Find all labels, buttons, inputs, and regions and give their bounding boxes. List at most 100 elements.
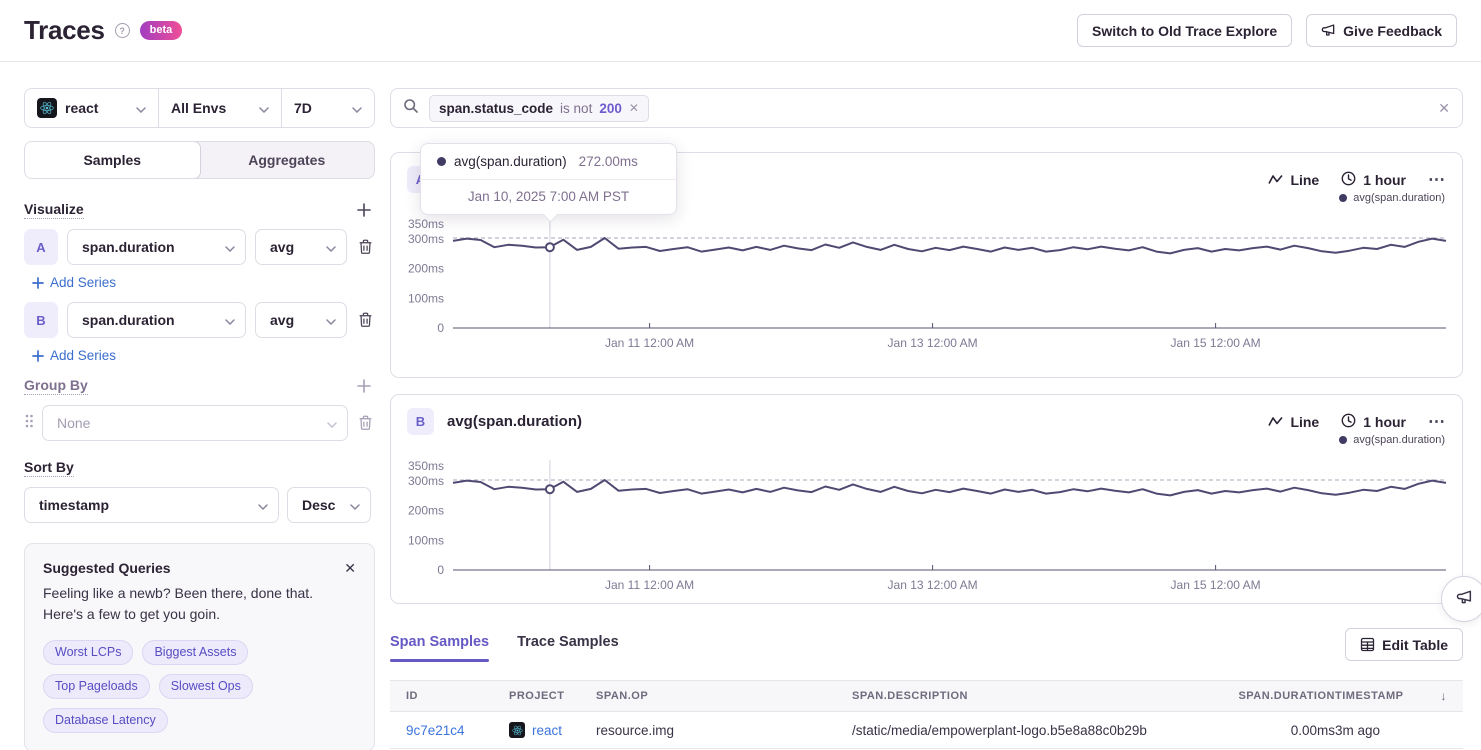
drag-handle-icon[interactable] — [24, 413, 34, 434]
sort-field-select[interactable]: timestamp — [24, 487, 279, 523]
group-by-select[interactable]: None — [42, 405, 348, 441]
span-id-link[interactable]: 9c7e21c4 — [406, 723, 465, 738]
tab-trace-samples[interactable]: Trace Samples — [517, 634, 619, 662]
group-by-row: None — [24, 405, 375, 441]
environment-select-value: All Envs — [171, 100, 226, 116]
svg-text:Jan 13 12:00 AM: Jan 13 12:00 AM — [888, 336, 978, 350]
chevron-down-icon — [225, 312, 235, 328]
sort-by-label: Sort By — [24, 459, 74, 477]
search-input[interactable] — [659, 100, 1428, 116]
chart-b-legend[interactable]: avg(span.duration) — [1339, 434, 1445, 446]
chart-type-button[interactable]: Line — [1268, 172, 1319, 188]
sort-direction-value: Desc — [302, 497, 335, 513]
edit-table-label: Edit Table — [1382, 637, 1448, 653]
svg-text:Jan 11 12:00 AM: Jan 11 12:00 AM — [605, 336, 694, 350]
switch-old-explore-label: Switch to Old Trace Explore — [1092, 23, 1277, 39]
project-link[interactable]: react — [532, 723, 562, 738]
clear-search-icon[interactable]: ✕ — [1438, 100, 1450, 117]
span-op-cell: resource.img — [596, 723, 852, 738]
floating-feedback-button[interactable] — [1441, 576, 1481, 622]
line-chart-b[interactable]: 350ms300ms200ms100ms0Jan 11 12:00 AMJan … — [391, 453, 1462, 603]
svg-text:Jan 13 12:00 AM: Jan 13 12:00 AM — [888, 578, 978, 592]
filter-value[interactable]: 200 — [599, 101, 622, 116]
column-header-span-description[interactable]: SPAN.DESCRIPTION — [852, 690, 1201, 702]
search-bar[interactable]: span.status_code is not 200 ✕ ✕ — [390, 88, 1463, 128]
give-feedback-label: Give Feedback — [1343, 23, 1442, 39]
column-header-span-op[interactable]: SPAN.OP — [596, 690, 852, 702]
filter-toolbar: react All Envs 7D span.status_code is no… — [24, 88, 1463, 128]
chart-type-label: Line — [1290, 414, 1319, 430]
edit-table-button[interactable]: Edit Table — [1345, 628, 1463, 661]
svg-text:200ms: 200ms — [408, 262, 444, 276]
svg-text:Jan 11 12:00 AM: Jan 11 12:00 AM — [605, 578, 694, 592]
svg-text:350ms: 350ms — [408, 217, 444, 231]
delete-series-b-button[interactable] — [356, 310, 375, 330]
suggested-query-chip[interactable]: Worst LCPs — [43, 640, 133, 665]
chart-more-menu-button[interactable]: ⋯ — [1428, 412, 1446, 432]
chevron-down-icon — [350, 497, 360, 513]
environment-select[interactable]: All Envs — [159, 89, 282, 127]
suggested-query-chip[interactable]: Biggest Assets — [142, 640, 248, 665]
series-b-aggregate-select[interactable]: avg — [255, 302, 347, 338]
help-icon[interactable]: ? — [115, 23, 130, 38]
column-header-timestamp[interactable]: TIMESTAMP ↓ — [1335, 689, 1447, 703]
timestamp-cell: 3m ago — [1335, 723, 1447, 738]
react-project-icon — [37, 98, 57, 118]
series-b-field-select[interactable]: span.duration — [67, 302, 246, 338]
suggested-line-2: Here's a few to get you goin. — [43, 606, 220, 622]
chart-interval-button[interactable]: 1 hour — [1341, 413, 1406, 431]
switch-old-explore-button[interactable]: Switch to Old Trace Explore — [1077, 14, 1292, 47]
add-group-by-button[interactable] — [355, 377, 373, 395]
add-series-button[interactable]: Add Series — [32, 275, 116, 290]
chart-b-title: avg(span.duration) — [447, 413, 582, 430]
svg-text:200ms: 200ms — [408, 504, 444, 518]
column-header-span-duration[interactable]: SPAN.DURATION — [1201, 690, 1335, 702]
tooltip-series-name: avg(span.duration) — [454, 154, 567, 169]
suggested-query-chip[interactable]: Slowest Ops — [159, 674, 253, 699]
tab-samples[interactable]: Samples — [24, 141, 201, 179]
project-select[interactable]: react — [25, 89, 159, 127]
add-series-button[interactable]: Add Series — [32, 348, 116, 363]
legend-label: avg(span.duration) — [1353, 434, 1445, 446]
span-samples-table: ID PROJECT SPAN.OP SPAN.DESCRIPTION SPAN… — [390, 680, 1463, 749]
series-a-field-select[interactable]: span.duration — [67, 229, 246, 265]
svg-text:Jan 15 12:00 AM: Jan 15 12:00 AM — [1171, 578, 1261, 592]
chart-a-legend[interactable]: avg(span.duration) — [1339, 192, 1445, 204]
remove-filter-icon[interactable]: ✕ — [629, 101, 639, 115]
svg-text:0: 0 — [437, 563, 444, 577]
chart-interval-label: 1 hour — [1363, 172, 1406, 188]
chart-b-badge: B — [407, 408, 434, 435]
delete-series-a-button[interactable] — [356, 237, 375, 257]
sort-direction-select[interactable]: Desc — [287, 487, 371, 523]
series-a-aggregate-select[interactable]: avg — [255, 229, 347, 265]
chart-more-menu-button[interactable]: ⋯ — [1428, 170, 1446, 190]
table-row[interactable]: 9c7e21c4 react resource.img /static/medi… — [390, 712, 1463, 748]
legend-label: avg(span.duration) — [1353, 192, 1445, 204]
timestamp-header-label: TIMESTAMP — [1335, 690, 1403, 702]
delete-group-by-button[interactable] — [356, 413, 375, 433]
tab-span-samples[interactable]: Span Samples — [390, 634, 489, 662]
chevron-down-icon — [326, 312, 336, 328]
search-filter-chip[interactable]: span.status_code is not 200 ✕ — [429, 95, 649, 122]
filter-key[interactable]: span.status_code — [439, 101, 553, 116]
column-header-id[interactable]: ID — [406, 690, 509, 702]
filter-operator[interactable]: is not — [560, 101, 592, 116]
react-project-icon — [509, 722, 525, 738]
series-row-a: A span.duration avg — [24, 229, 375, 265]
line-chart-a[interactable]: 350ms300ms200ms100ms0Jan 11 12:00 AMJan … — [391, 211, 1462, 361]
date-range-select[interactable]: 7D — [282, 89, 374, 127]
group-by-placeholder: None — [57, 415, 90, 431]
suggested-query-chip[interactable]: Database Latency — [43, 708, 168, 733]
add-visualize-button[interactable] — [355, 201, 373, 219]
project-select-value: react — [65, 100, 98, 116]
chart-interval-button[interactable]: 1 hour — [1341, 171, 1406, 189]
chart-type-button[interactable]: Line — [1268, 414, 1319, 430]
close-icon[interactable]: ✕ — [344, 560, 356, 577]
series-b-field-value: span.duration — [82, 312, 175, 328]
tooltip-value: 272.00ms — [579, 154, 638, 169]
tab-aggregates[interactable]: Aggregates — [200, 142, 375, 178]
suggested-query-chip[interactable]: Top Pageloads — [43, 674, 150, 699]
column-header-project[interactable]: PROJECT — [509, 690, 596, 702]
give-feedback-button[interactable]: Give Feedback — [1306, 14, 1457, 47]
svg-text:100ms: 100ms — [408, 533, 444, 547]
